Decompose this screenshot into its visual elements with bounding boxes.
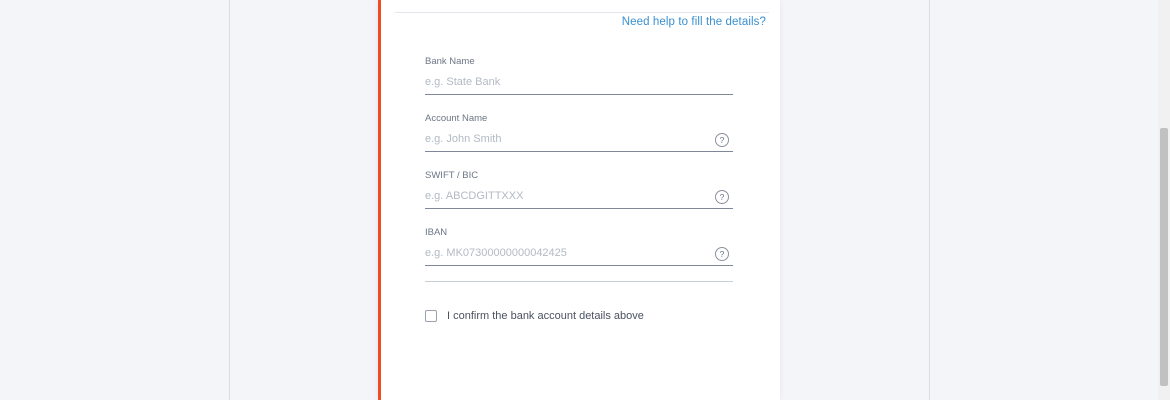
scrollbar-thumb[interactable] — [1160, 128, 1168, 386]
help-link[interactable]: Need help to fill the details? — [622, 16, 766, 28]
account-name-label: Account Name — [425, 113, 488, 124]
iban-field: IBAN ? — [425, 227, 733, 266]
bank-name-label: Bank Name — [425, 56, 475, 67]
form-bottom-divider — [425, 281, 733, 282]
left-content-border — [229, 0, 230, 400]
bank-details-card: Need help to fill the details? Bank Name… — [378, 0, 780, 400]
account-name-input-row: ? — [425, 129, 733, 152]
swift-bic-input[interactable] — [425, 186, 705, 206]
confirm-checkbox-label: I confirm the bank account details above — [447, 310, 644, 322]
iban-input-row: ? — [425, 243, 733, 266]
swift-bic-field: SWIFT / BIC ? — [425, 170, 733, 209]
bank-name-field: Bank Name — [425, 56, 733, 95]
right-content-border — [929, 0, 930, 400]
confirm-checkbox[interactable] — [425, 310, 437, 322]
swift-bic-input-row: ? — [425, 186, 733, 209]
top-divider — [395, 12, 769, 13]
page: Need help to fill the details? Bank Name… — [0, 0, 1170, 400]
bank-name-input[interactable] — [425, 72, 705, 92]
bank-name-input-row — [425, 72, 733, 95]
iban-help-icon[interactable]: ? — [715, 247, 729, 261]
iban-input[interactable] — [425, 243, 705, 263]
iban-label: IBAN — [425, 227, 448, 238]
swift-bic-label: SWIFT / BIC — [425, 170, 479, 181]
account-name-field: Account Name ? — [425, 113, 733, 152]
account-name-input[interactable] — [425, 129, 705, 149]
page-scrollbar[interactable] — [1158, 0, 1170, 400]
account-name-help-icon[interactable]: ? — [715, 133, 729, 147]
confirm-checkbox-row[interactable]: I confirm the bank account details above — [425, 310, 644, 322]
swift-bic-help-icon[interactable]: ? — [715, 190, 729, 204]
